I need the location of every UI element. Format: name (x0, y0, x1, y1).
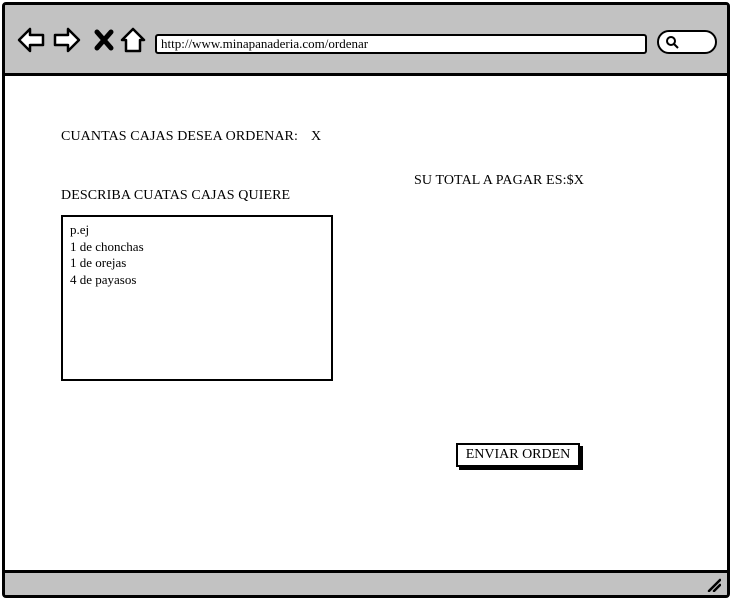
textarea-line: 1 de chonchas (70, 238, 144, 254)
close-icon[interactable] (89, 25, 119, 55)
boxes-count-label: CUANTAS CAJAS DESEA ORDENAR: (61, 129, 298, 144)
order-description-textarea[interactable]: p.ej 1 de chonchas 1 de orejas 4 de paya… (61, 215, 333, 381)
boxes-count-value[interactable]: X (311, 129, 321, 145)
search-box[interactable] (657, 30, 717, 54)
home-icon[interactable] (118, 25, 148, 55)
search-icon (666, 36, 679, 49)
browser-window: http://www.minapanaderia.com/ordenar CUA… (2, 2, 730, 598)
status-bar (5, 570, 727, 595)
total-label: SU TOTAL A PAGAR ES:$X (414, 173, 584, 188)
submit-order-button[interactable]: ENVIAR ORDEN (456, 443, 580, 467)
browser-toolbar: http://www.minapanaderia.com/ordenar (5, 5, 727, 76)
forward-arrow-icon[interactable] (52, 25, 82, 55)
address-bar[interactable]: http://www.minapanaderia.com/ordenar (155, 34, 647, 54)
textarea-line: 4 de payasos (70, 271, 137, 287)
back-arrow-icon[interactable] (16, 25, 46, 55)
textarea-line: 1 de orejas (70, 255, 127, 270)
resize-grip-icon[interactable] (707, 578, 721, 592)
describe-label: DESCRIBA CUATAS CAJAS QUIERE (61, 188, 291, 203)
textarea-line: p.ej (70, 222, 90, 237)
